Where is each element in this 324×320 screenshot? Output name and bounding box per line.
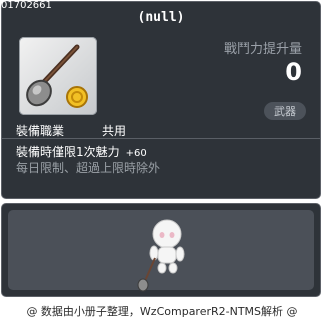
spoon-and-coin-icon <box>26 44 88 108</box>
character-preview-icon <box>137 219 185 292</box>
preview-area <box>8 210 314 292</box>
effect-line: 裝備時僅限1次魅力 +60 <box>16 143 147 160</box>
preview-panel <box>1 203 321 297</box>
job-label: 裝備職業 <box>16 124 65 138</box>
effect-bonus: +60 <box>125 148 147 159</box>
item-id: 01702661 <box>1 0 52 11</box>
category-badge: 武器 <box>264 102 306 120</box>
effect-text: 裝備時僅限1次魅力 <box>16 145 120 159</box>
item-icon-frame <box>19 37 97 115</box>
item-name: (null) <box>137 10 185 25</box>
section-divider <box>2 138 320 139</box>
item-tooltip: (null) 戰鬥力提升量 0 武器 裝備職業 共用 裝備時僅限1次魅力 +60 … <box>1 1 321 199</box>
combat-power-value: 0 <box>285 58 302 86</box>
combat-power-label: 戰鬥力提升量 <box>223 42 302 57</box>
footer-credit: @ 数据由小册子整理，WzComparerR2-NTMS解析 @ <box>26 305 298 318</box>
job-value: 共用 <box>102 124 127 138</box>
limit-text: 每日限制、超過上限時除外 <box>16 161 161 175</box>
